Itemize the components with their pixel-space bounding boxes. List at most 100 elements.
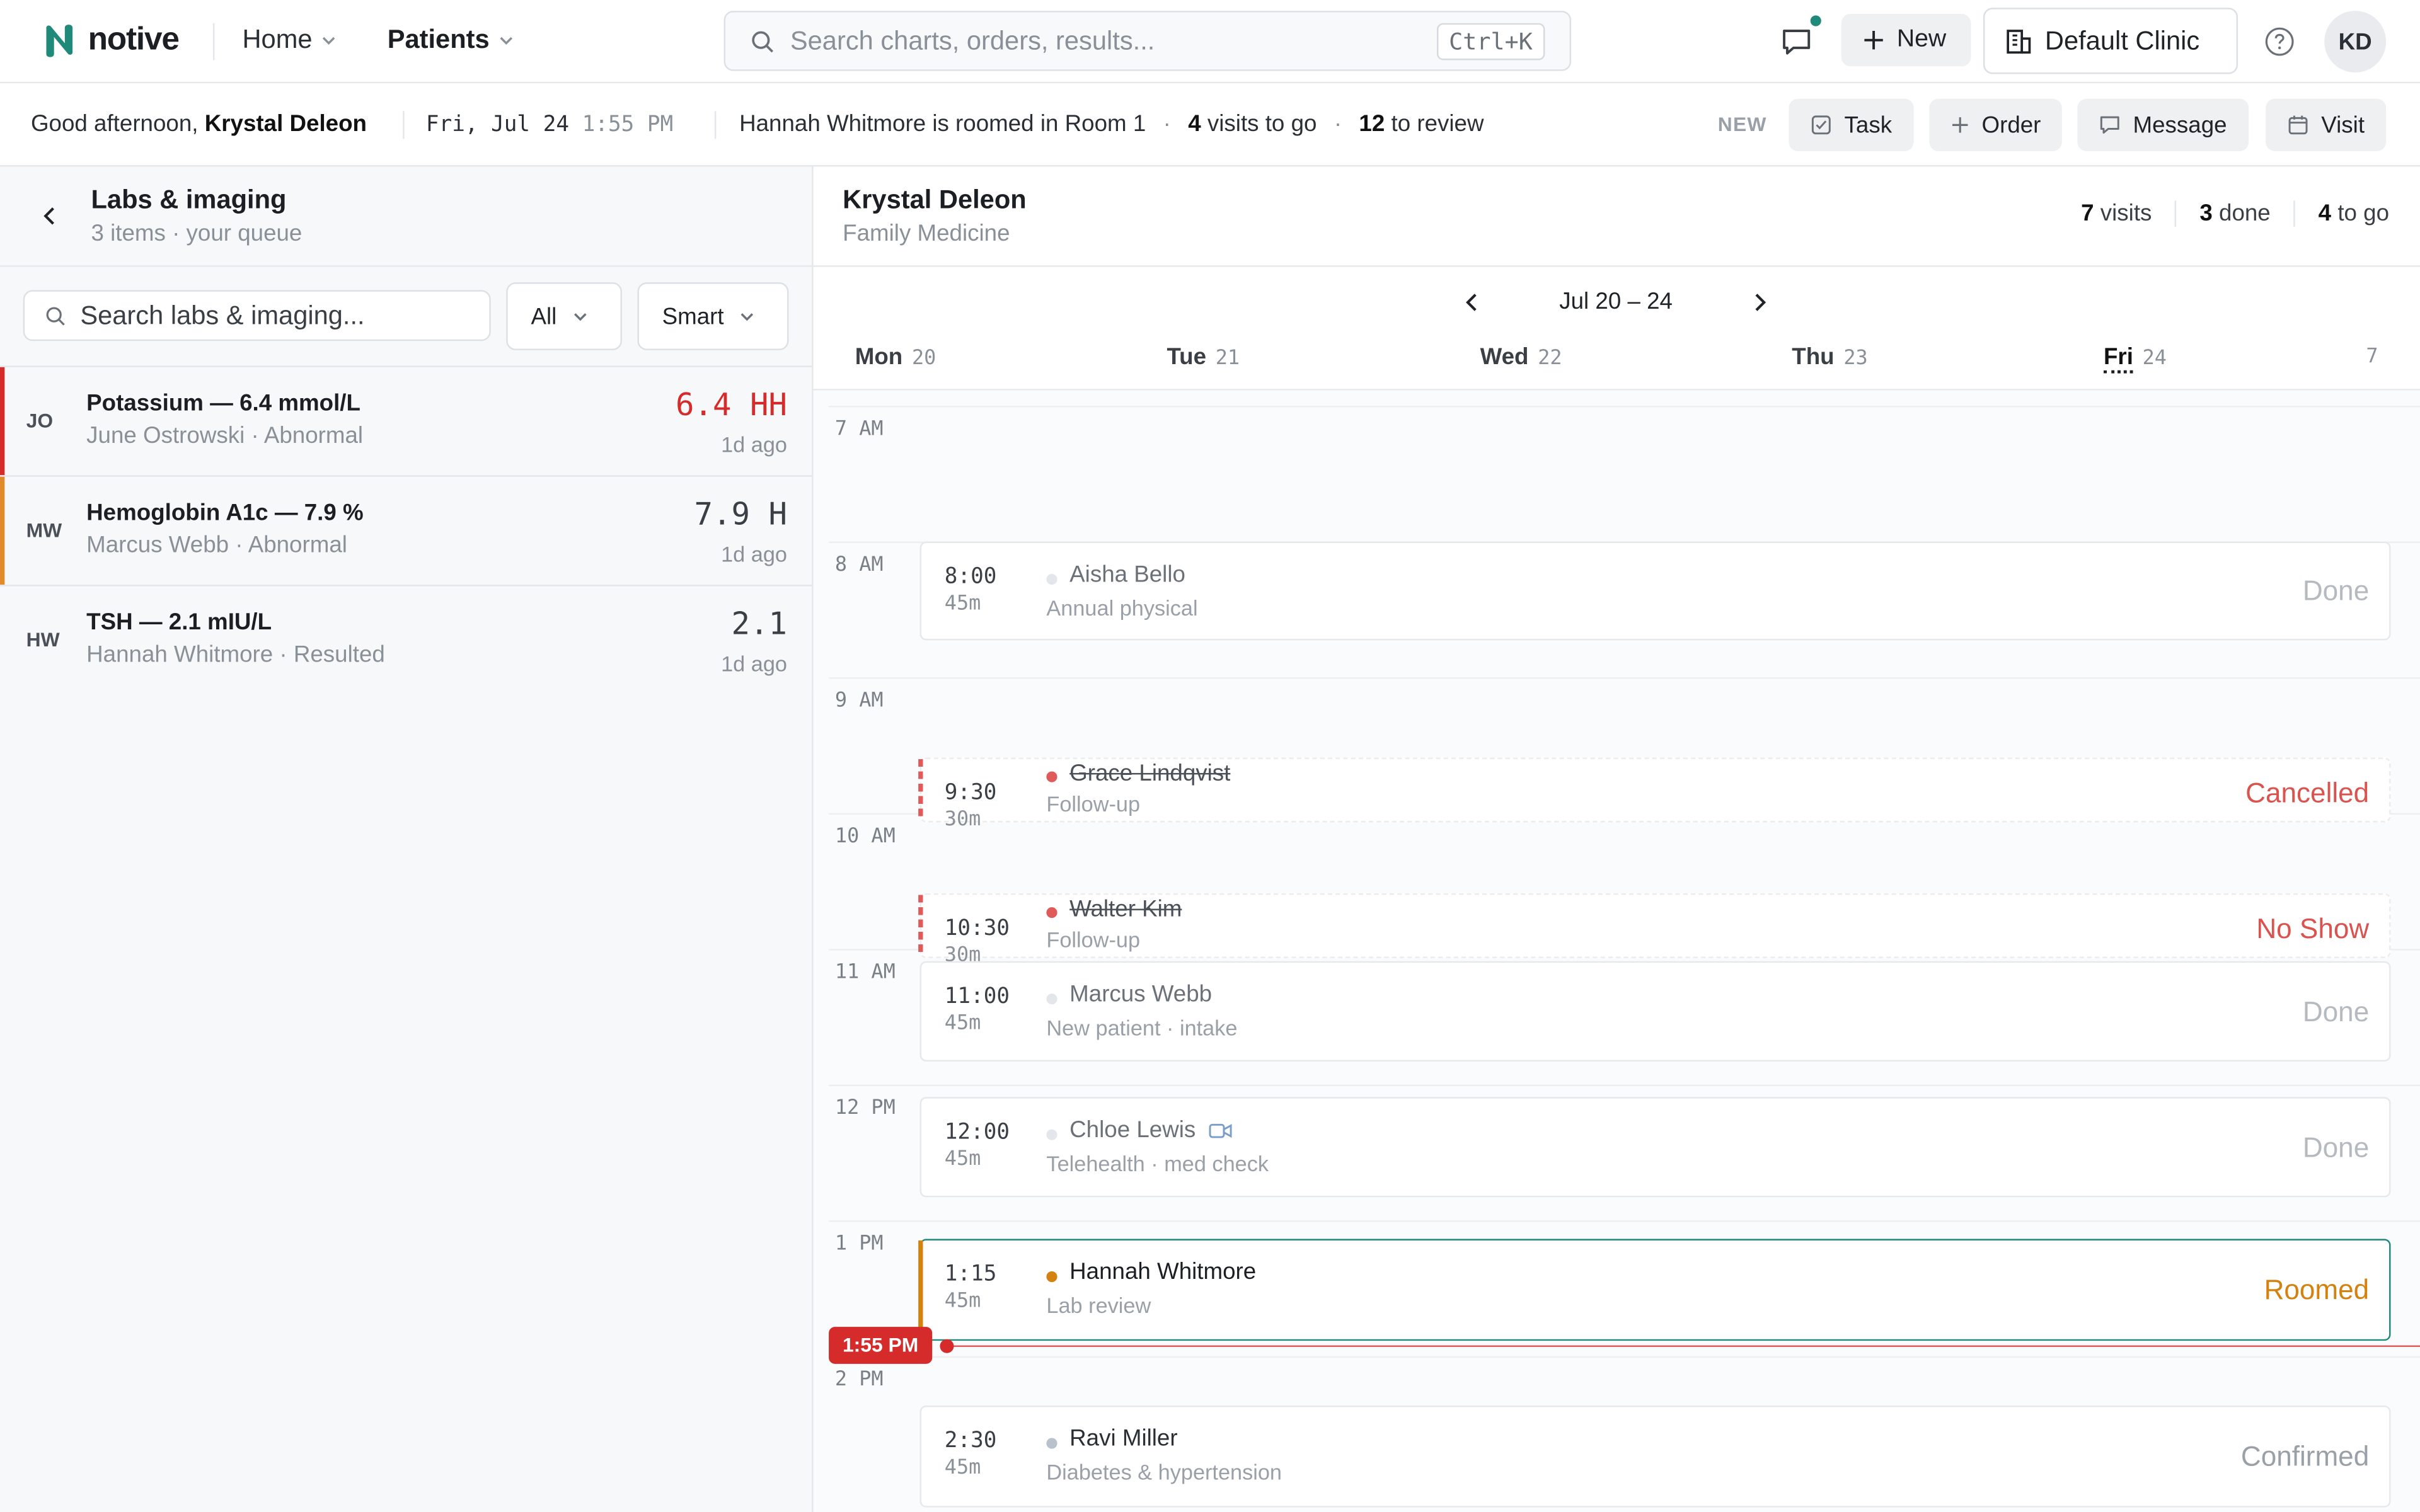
search-input[interactable]: Search charts, orders, results...: [790, 25, 1437, 56]
day-tab-fri[interactable]: Fri 24: [2103, 344, 2167, 374]
day-tab-wed[interactable]: Wed 22: [1480, 344, 1562, 370]
hour-label: 11 AM: [834, 961, 896, 985]
new-button[interactable]: New: [1841, 14, 1971, 67]
appointment-card[interactable]: 10:30 30m Walter Kim Follow-up No Show: [918, 893, 2391, 968]
day-name: Wed: [1480, 344, 1529, 370]
logo[interactable]: notive: [42, 21, 180, 59]
appointment-card[interactable]: 11:00 45m Marcus Webb New patient · intake D…: [919, 961, 2391, 1062]
appointment-reason: Follow-up: [1046, 927, 1141, 953]
new-visit-button[interactable]: Visit: [2266, 98, 2387, 152]
context-bar: Good afternoon, Krystal Deleon Fri, Jul …: [0, 83, 2420, 167]
lab-age: 1d ago: [721, 651, 787, 676]
patient-name-text: Grace Lindqvist: [1069, 760, 1231, 787]
day-name: Mon: [855, 344, 903, 370]
lab-value: 2.1: [731, 605, 787, 642]
help-button[interactable]: [2262, 25, 2296, 59]
lab-age: 1d ago: [721, 541, 787, 566]
week-label: Jul 20 – 24: [1559, 288, 1673, 315]
status-bar: [918, 1240, 923, 1339]
schedule-stats: 7 visits 3 done 4 to go: [2058, 200, 2389, 227]
appointment-card[interactable]: 8:00 45m Aisha Bello Annual physical Done: [919, 541, 2391, 641]
lab-result-row[interactable]: HW TSH — 2.1 mIU/L Hannah Whitmore · Resul…: [0, 585, 812, 694]
provider-specialty: Family Medicine: [843, 220, 1010, 247]
hour-label: 1 PM: [834, 1232, 884, 1256]
appointment-card[interactable]: 9:30 30m Grace Lindqvist Follow-up Cancelled: [918, 757, 2391, 832]
chevron-down-icon: [573, 313, 586, 321]
day-tab-thu[interactable]: Thu 23: [1792, 344, 1867, 370]
lab-result-row[interactable]: JO Potassium — 6.4 mmol/L June Ostrowski ·…: [0, 365, 812, 476]
top-bar: notive Home Patients Search charts, orde…: [0, 0, 2420, 84]
appointment-card[interactable]: 1:15 45m Hannah Whitmore Lab review Roomed: [918, 1239, 2391, 1341]
new-task-button[interactable]: Task: [1789, 98, 1914, 152]
building-icon: [2007, 28, 2031, 53]
global-search[interactable]: Search charts, orders, results... Ctrl+K: [723, 11, 1572, 71]
appointment-reason: New patient · intake: [1046, 1015, 1238, 1040]
current-time-dot: [940, 1338, 954, 1353]
patient-name-text: Hannah Whitmore: [1069, 1259, 1257, 1286]
status-dot: [1046, 1271, 1057, 1283]
clinic-selector[interactable]: Default Clinic: [1983, 8, 2238, 74]
notification-dot: [1810, 15, 1821, 26]
lab-meta: Hannah Whitmore · Resulted: [86, 641, 385, 668]
appointment-card[interactable]: 12:00 45m Chloe Lewis Telehealth · med chec…: [919, 1097, 2391, 1198]
appointment-duration: 45m: [944, 1456, 981, 1480]
appointment-reason: Diabetes & hypertension: [1046, 1459, 1282, 1484]
patient-initials: HW: [26, 627, 60, 651]
current-time-badge: 1:55 PM: [829, 1326, 933, 1364]
patient-initials: JO: [26, 408, 54, 432]
new-order-button[interactable]: Order: [1929, 98, 2063, 152]
appointment-card[interactable]: 2:30 45m Ravi Miller Diabetes & hypertensio…: [919, 1406, 2391, 1508]
day-tab-tue[interactable]: Tue 21: [1167, 344, 1240, 370]
appointment-status: Done: [2302, 1132, 2370, 1164]
roomed-message[interactable]: Hannah Whitmore is roomed in Room 1: [739, 111, 1146, 137]
task-icon: [1811, 115, 1831, 135]
stat-done: 3 done: [2175, 200, 2293, 227]
labs-search-input[interactable]: Search labs & imaging...: [80, 300, 364, 331]
chevron-right-icon[interactable]: [1749, 292, 1770, 313]
nav-home-label: Home: [242, 25, 313, 54]
patient-name: Hannah Whitmore: [1069, 1259, 1256, 1285]
visit-label: Visit: [2321, 112, 2365, 139]
back-arrow-icon[interactable]: [37, 203, 62, 228]
stat-to-go: 4 to go: [2293, 200, 2389, 227]
day-number: 22: [1538, 347, 1562, 370]
chat-icon: [1783, 30, 1811, 55]
new-message-button[interactable]: Message: [2077, 98, 2249, 152]
current-time: 1:55 PM: [582, 112, 674, 137]
messages-button[interactable]: [1775, 20, 1818, 64]
lab-value: 7.9 H: [694, 495, 787, 532]
day-calendar[interactable]: 7 AM 8 AM 9 AM 10 AM 11 AM 12 PM 1 PM 2 PM 8:00 4…: [813, 390, 2420, 1512]
filter-all-label: All: [531, 303, 557, 329]
appointment-status: Done: [2302, 575, 2370, 607]
labs-search[interactable]: Search labs & imaging...: [23, 290, 491, 341]
stat-visits: 7 visits: [2081, 200, 2152, 227]
task-label: Task: [1844, 112, 1893, 139]
appointment-time: 12:00: [944, 1120, 1010, 1145]
review-count: 12: [1359, 111, 1385, 137]
lab-result-row[interactable]: MW Hemoglobin A1c — 7.9 % Marcus Webb · Ab…: [0, 475, 812, 585]
nav-home[interactable]: Home: [242, 25, 337, 55]
chevron-left-icon[interactable]: [1461, 292, 1483, 313]
appointment-duration: 45m: [944, 1012, 981, 1036]
filter-all-select[interactable]: All: [506, 282, 622, 350]
search-icon: [46, 306, 65, 325]
chat-icon: [2100, 116, 2119, 134]
nav-patients[interactable]: Patients: [388, 25, 514, 55]
schedule-header: Krystal Deleon Family Medicine 7 visits …: [813, 166, 2420, 267]
flag-bar: [0, 587, 4, 694]
patient-name-text: Aisha Bello: [1069, 561, 1185, 588]
week-count: 7: [2366, 345, 2378, 369]
status-dot: [1046, 907, 1057, 919]
week-navigator: Jul 20 – 24 Mon 20 Tue 21 Wed 22 Thu 23 Fri 24 7: [813, 267, 2420, 491]
patient-name-text: Chloe Lewis: [1069, 1117, 1196, 1143]
avatar[interactable]: KD: [2324, 11, 2387, 73]
day-number: 23: [1843, 347, 1868, 370]
hour-label: 10 AM: [834, 825, 896, 849]
logo-icon: [46, 25, 73, 57]
patient-name: Ravi Miller: [1069, 1426, 1177, 1452]
appointment-status: No Show: [2256, 913, 2370, 944]
filter-smart-select[interactable]: Smart: [637, 282, 789, 350]
day-tab-mon[interactable]: Mon 20: [855, 344, 936, 370]
labs-title: Labs & imaging: [91, 185, 287, 215]
labs-panel: Labs & imaging 3 items · your queue Sear…: [0, 166, 814, 1512]
